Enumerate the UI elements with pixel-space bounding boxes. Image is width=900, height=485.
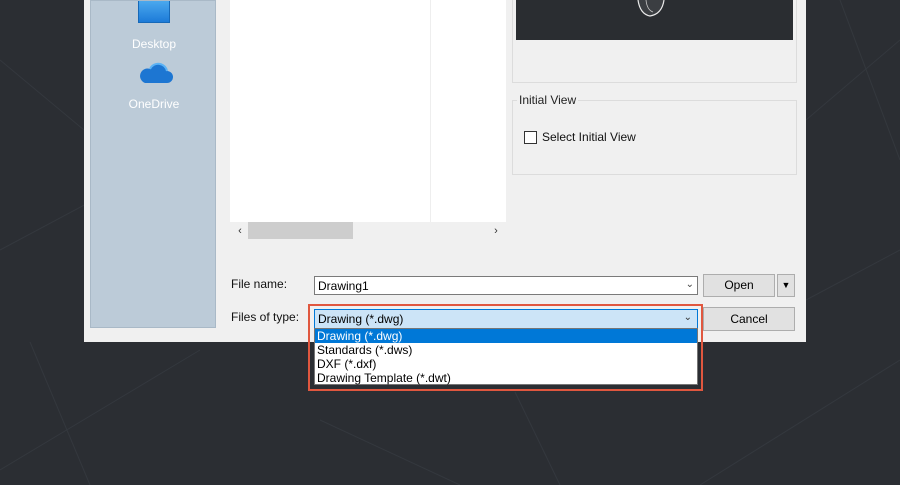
places-bar: Desktop OneDrive bbox=[90, 0, 216, 328]
dropdown-arrow-icon: ▼ bbox=[781, 280, 791, 290]
chevron-down-icon[interactable]: ⌄ bbox=[686, 279, 694, 290]
initial-view-title: Initial View bbox=[517, 93, 579, 107]
file-name-input[interactable]: Drawing1 ⌄ bbox=[314, 276, 698, 295]
option-dws[interactable]: Standards (*.dws) bbox=[315, 343, 697, 357]
open-button[interactable]: Open bbox=[703, 274, 775, 297]
scrollbar-thumb[interactable] bbox=[248, 222, 353, 239]
cloud-icon bbox=[140, 62, 173, 83]
scroll-left-icon[interactable]: ‹ bbox=[233, 223, 247, 239]
desktop-icon bbox=[138, 1, 170, 23]
cancel-button[interactable]: Cancel bbox=[703, 307, 795, 331]
place-desktop-label: Desktop bbox=[131, 37, 177, 51]
option-dxf[interactable]: DXF (*.dxf) bbox=[315, 357, 697, 371]
chevron-down-icon[interactable]: ⌄ bbox=[684, 312, 692, 323]
files-of-type-value: Drawing (*.dwg) bbox=[318, 312, 404, 326]
checkbox-box[interactable] bbox=[524, 130, 537, 144]
files-of-type-select[interactable]: Drawing (*.dwg) ⌄ bbox=[314, 309, 698, 329]
files-of-type-dropdown-list: Drawing (*.dwg) Standards (*.dws) DXF (*… bbox=[314, 328, 698, 385]
option-dwt[interactable]: Drawing Template (*.dwt) bbox=[315, 371, 697, 385]
file-list[interactable] bbox=[230, 0, 506, 222]
horizontal-scrollbar[interactable]: ‹ › bbox=[230, 222, 506, 239]
preview-shape-icon bbox=[637, 0, 665, 17]
open-options-button[interactable]: ▼ bbox=[777, 274, 795, 297]
files-of-type-label: Files of type: bbox=[231, 310, 300, 324]
select-initial-view-checkbox[interactable]: Select Initial View bbox=[524, 130, 636, 144]
option-dwg[interactable]: Drawing (*.dwg) bbox=[315, 329, 697, 343]
scroll-right-icon[interactable]: › bbox=[489, 223, 503, 239]
open-dialog: Desktop OneDrive ‹ › Initial View Select… bbox=[84, 0, 806, 342]
preview-image bbox=[516, 0, 793, 40]
column-separator bbox=[430, 0, 431, 222]
file-name-value: Drawing1 bbox=[318, 279, 369, 293]
place-onedrive-label: OneDrive bbox=[128, 97, 180, 111]
file-name-label: File name: bbox=[231, 277, 288, 291]
checkbox-label: Select Initial View bbox=[542, 130, 636, 144]
